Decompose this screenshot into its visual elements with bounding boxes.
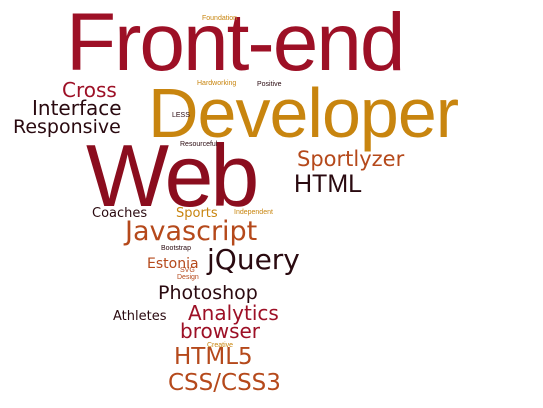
word-cloud: Front-end Developer Web Cross Interface … bbox=[0, 0, 543, 408]
word-javascript: Javascript bbox=[125, 216, 258, 247]
word-less: LESS bbox=[172, 112, 190, 119]
word-creative: Creative bbox=[207, 342, 234, 349]
word-svg: SVG bbox=[180, 267, 195, 274]
word-athletes: Athletes bbox=[113, 309, 167, 324]
word-interface: Interface bbox=[32, 96, 122, 120]
word-html5: HTML5 bbox=[174, 344, 253, 370]
word-browser: browser bbox=[180, 319, 261, 343]
word-resourceful: Resourceful bbox=[180, 141, 218, 148]
word-foundation: Foundation bbox=[202, 15, 238, 22]
word-responsive: Responsive bbox=[13, 116, 121, 138]
word-independent: Independent bbox=[234, 209, 273, 216]
word-design: Design bbox=[177, 274, 199, 281]
word-positive: Positive bbox=[257, 81, 282, 88]
word-html: HTML bbox=[294, 170, 363, 198]
word-css-css3: CSS/CSS3 bbox=[168, 370, 281, 396]
word-hardworking: Hardworking bbox=[197, 80, 237, 87]
word-jquery: jQuery bbox=[207, 243, 300, 276]
word-sportlyzer: Sportlyzer bbox=[297, 147, 405, 171]
word-bootstrap: Bootstrap bbox=[161, 245, 191, 252]
